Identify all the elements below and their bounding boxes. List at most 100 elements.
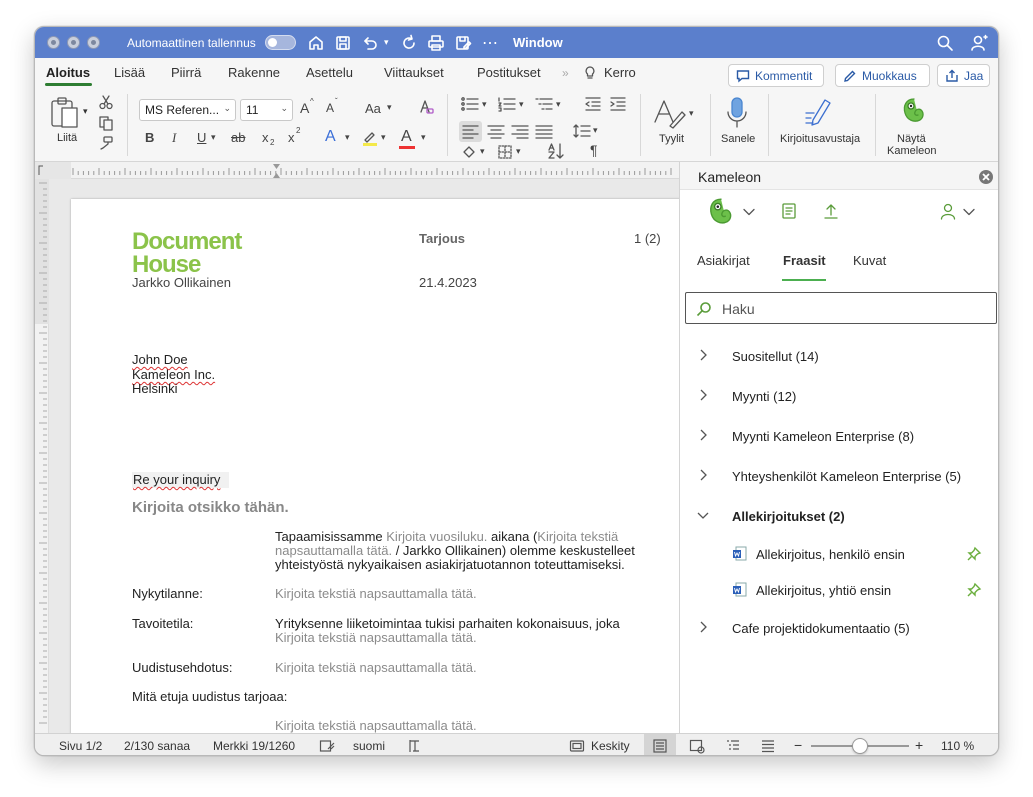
tab-rakenne[interactable]: Rakenne [228,65,280,80]
cut-icon[interactable] [98,94,114,110]
borders-icon[interactable] [497,144,513,160]
phrase-folder-myynti[interactable]: Myynti (12) [680,378,998,414]
chevron-down-icon[interactable]: ▾ [345,132,350,143]
chevron-down-icon[interactable]: ▾ [519,99,524,110]
intro-line-3[interactable]: yhteistyöstä nykyaikaisen asiakirjatuota… [275,558,625,572]
recipient-city[interactable]: Helsinki [132,382,178,396]
current-state-placeholder[interactable]: Kirjoita tekstiä napsauttamalla tätä. [275,587,477,601]
format-painter-icon[interactable] [98,135,114,151]
styles-icon[interactable] [652,98,688,130]
subscript-button[interactable]: x [262,130,269,145]
focus-icon[interactable] [569,738,585,754]
bold-button[interactable]: B [145,130,154,145]
align-right-icon[interactable] [510,121,530,142]
chevron-down-icon[interactable] [962,205,976,219]
chevron-down-icon[interactable]: ▾ [211,132,216,143]
chevron-down-icon[interactable]: ▾ [421,132,426,143]
document-canvas[interactable]: Document House Jarkko Ollikainen Tarjous… [49,179,679,733]
year-placeholder[interactable]: Kirjoita vuosiluku. [386,529,487,544]
track-changes-icon[interactable] [407,738,423,754]
lightbulb-icon[interactable] [582,65,598,81]
heading-placeholder[interactable]: Kirjoita otsikko tähän. [132,499,289,516]
clear-formatting-icon[interactable] [416,98,434,116]
save-icon[interactable] [333,33,353,53]
home-icon[interactable] [306,33,326,53]
tab-piirra[interactable]: Piirrä [171,65,201,80]
chevron-down-icon[interactable]: ▾ [556,99,561,110]
chevron-down-icon[interactable]: ▾ [516,146,521,157]
target-state-text[interactable]: Yrityksenne liiketoimintaa tukisi parhai… [275,617,620,631]
horizontal-ruler[interactable] [35,162,679,179]
sort-icon[interactable] [547,142,567,160]
chevron-down-icon[interactable]: ▾ [480,146,485,157]
copy-icon[interactable] [98,115,114,131]
upload-icon[interactable] [823,202,839,220]
bullets-icon[interactable] [460,96,480,112]
justify-icon[interactable] [534,121,554,142]
zoom-in-button[interactable]: + [915,737,923,753]
phrase-folder-myynti-enterprise[interactable]: Myynti Kameleon Enterprise (8) [680,418,998,454]
phrase-folder-yhteyshenkilot[interactable]: Yhteyshenkilöt Kameleon Enterprise (5) [680,458,998,494]
search-icon[interactable] [935,33,955,53]
user-icon[interactable] [939,202,957,220]
tab-postitukset[interactable]: Postitukset [477,65,541,80]
text-effects-icon[interactable]: A [325,128,336,146]
font-name-combo[interactable]: MS Referen... ⌄ [139,99,236,121]
chevron-down-icon[interactable] [742,205,756,219]
target-state-placeholder[interactable]: Kirjoita tekstiä napsauttamalla tätä. [275,631,477,645]
text-placeholder[interactable]: napsauttamalla tätä. [275,543,392,558]
account-icon[interactable] [969,33,989,53]
tell-me-label[interactable]: Kerro [604,65,636,80]
close-panel-button[interactable] [979,170,993,184]
tab-aloitus[interactable]: Aloitus [46,65,90,80]
tab-lisaa[interactable]: Lisää [114,65,145,80]
tab-viittaukset[interactable]: Viittaukset [384,65,444,80]
chevron-down-icon[interactable]: ▾ [387,102,392,113]
text-placeholder[interactable]: Kirjoita tekstiä [537,529,618,544]
chevron-down-icon[interactable]: ▾ [593,125,598,136]
autosave-toggle[interactable] [265,35,296,50]
undo-icon[interactable] [360,33,380,53]
show-formatting-icon[interactable]: ¶ [590,142,598,158]
focus-label[interactable]: Keskity [591,739,630,753]
align-left-button[interactable] [459,121,482,142]
highlight-icon[interactable] [361,129,379,147]
decrease-indent-icon[interactable] [584,96,602,112]
proofing-icon[interactable] [319,738,335,754]
share-button[interactable]: Jaa [937,64,990,87]
document-list-icon[interactable] [781,202,797,220]
save-as-icon[interactable] [453,33,473,53]
more-icon[interactable]: ⋯ [482,33,498,53]
change-case-icon[interactable]: Aa [365,101,381,116]
kameleon-logo-icon[interactable] [706,196,736,228]
italic-button[interactable]: I [172,130,176,146]
pin-icon[interactable] [966,582,982,598]
numbering-icon[interactable] [497,96,517,112]
undo-dropdown-icon[interactable]: ▾ [384,37,389,48]
zoom-out-button[interactable]: − [794,737,802,753]
recipient-name[interactable]: John Doe [132,353,188,367]
phrase-folder-cafe[interactable]: Cafe projektidokumentaatio (5) [680,610,998,646]
shrink-font-icon[interactable]: A [326,101,334,115]
line-spacing-icon[interactable] [573,122,591,140]
microphone-icon[interactable] [725,96,749,130]
draft-view-icon[interactable] [760,738,776,754]
shading-icon[interactable] [461,144,477,160]
redo-icon[interactable] [399,33,419,53]
multilevel-list-icon[interactable] [534,96,554,112]
underline-button[interactable]: U [197,130,206,145]
paste-icon[interactable] [49,96,81,130]
font-size-combo[interactable]: 11 ⌄ [240,99,293,121]
chevron-down-icon[interactable]: ▾ [381,132,386,143]
proposal-placeholder[interactable]: Kirjoita tekstiä napsauttamalla tätä. [275,661,477,675]
zoom-level[interactable]: 110 % [941,739,974,753]
phrase-folder-suositellut[interactable]: Suositellut (14) [680,338,998,374]
grow-font-icon[interactable]: A [300,100,309,116]
panel-tab-fraasit[interactable]: Fraasit [783,253,826,268]
comments-button[interactable]: Kommentit [728,64,824,87]
phrase-folder-allekirjoitukset[interactable]: Allekirjoitukset (2) [680,498,998,534]
editor-icon[interactable] [803,96,837,128]
subject-line[interactable]: Re your inquiry [132,472,230,488]
paste-dropdown-icon[interactable]: ▾ [83,106,88,117]
align-center-icon[interactable] [486,121,506,142]
